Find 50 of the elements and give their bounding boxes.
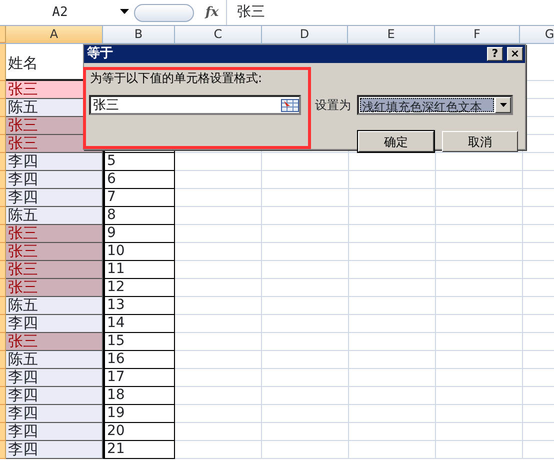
table-cell[interactable]: 17	[103, 369, 175, 387]
table-cell[interactable]: 11	[103, 261, 175, 279]
table-cell[interactable]: 14	[103, 315, 175, 333]
table-cell[interactable]: 李四	[6, 387, 103, 405]
table-cell[interactable]: 张三	[6, 261, 103, 279]
table-cell[interactable]: 陈五	[6, 297, 103, 315]
dialog-button[interactable]: 确定	[358, 131, 434, 152]
column-header[interactable]: F	[435, 26, 520, 43]
table-cell[interactable]: 20	[103, 423, 175, 441]
column-header[interactable]: G	[520, 26, 554, 43]
table-cell[interactable]: 5	[103, 153, 175, 171]
table-cell[interactable]: 张三	[6, 243, 103, 261]
table-cell[interactable]: 16	[103, 351, 175, 369]
table-cell[interactable]: 李四	[6, 315, 103, 333]
table-cell[interactable]: 18	[103, 387, 175, 405]
table-cell[interactable]: 张三	[6, 279, 103, 297]
table-cell[interactable]: 李四	[6, 423, 103, 441]
table-cell[interactable]: 张三	[6, 333, 103, 351]
column-header[interactable]: D	[262, 26, 348, 43]
name-box[interactable]: A2	[0, 2, 120, 22]
table-cell[interactable]: 7	[103, 189, 175, 207]
table-cell[interactable]: 李四	[6, 405, 103, 423]
table-cell[interactable]: 12	[103, 279, 175, 297]
table-cell[interactable]: 10	[103, 243, 175, 261]
table-cell[interactable]: 15	[103, 333, 175, 351]
column-header[interactable]: E	[348, 26, 435, 43]
table-cell[interactable]: 6	[103, 171, 175, 189]
insert-function-button[interactable]: fx	[198, 2, 226, 22]
table-cell[interactable]: 李四	[6, 171, 103, 189]
close-button[interactable]: ×	[507, 47, 523, 61]
table-cell[interactable]: 9	[103, 225, 175, 243]
table-cell[interactable]: 陈五	[6, 351, 103, 369]
table-cell[interactable]: 陈五	[6, 207, 103, 225]
table-cell[interactable]: 张三	[6, 225, 103, 243]
table-cell[interactable]: 李四	[6, 369, 103, 387]
help-button[interactable]: ?	[487, 47, 503, 61]
table-cell[interactable]: 李四	[6, 441, 103, 459]
column-header[interactable]: A	[6, 26, 103, 43]
column-header[interactable]: C	[175, 26, 262, 43]
formula-content[interactable]: 张三	[226, 0, 554, 25]
dialog-button[interactable]: 取消	[442, 131, 518, 152]
table-cell[interactable]: 李四	[6, 189, 103, 207]
table-cell[interactable]: 13	[103, 297, 175, 315]
table-cell[interactable]: 19	[103, 405, 175, 423]
table-cell[interactable]: 8	[103, 207, 175, 225]
table-cell[interactable]: 李四	[6, 153, 103, 171]
column-header[interactable]: B	[103, 26, 175, 43]
format-label: 设置为	[315, 97, 351, 114]
table-cell[interactable]: 21	[103, 441, 175, 459]
splitter-handle[interactable]	[134, 4, 194, 22]
